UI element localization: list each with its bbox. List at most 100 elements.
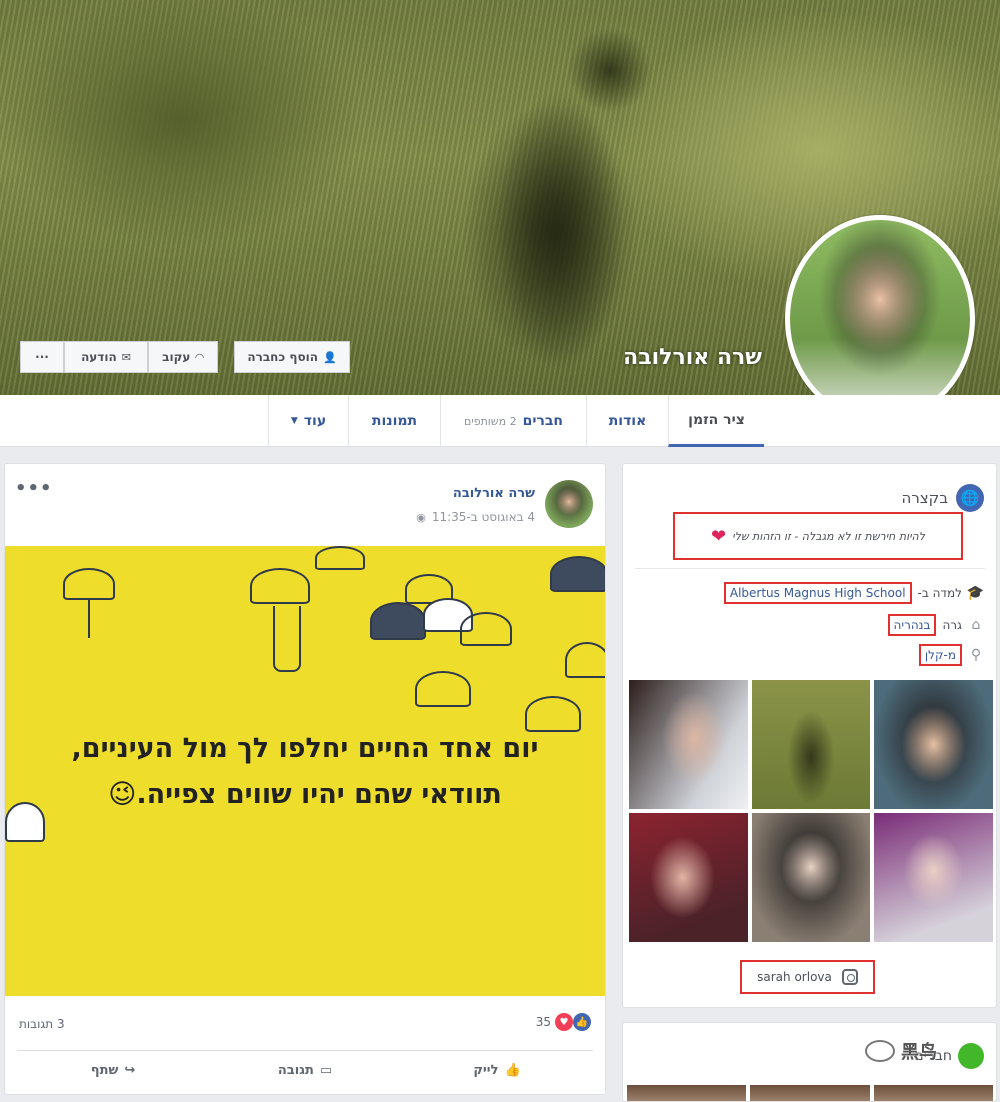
figure-body (273, 606, 301, 672)
intro-bio: להיות חירשת זו לא מגבלה - זו הזהות שלי ❤ (673, 512, 963, 560)
comment-label: תגובה (277, 1063, 314, 1078)
figure-stick (88, 598, 90, 638)
rss-icon: ◠ (195, 350, 204, 364)
graduation-cap-icon: 🎓 (966, 585, 984, 601)
umbrella-illustration (250, 568, 310, 604)
tab-more[interactable]: עוד ▼ (268, 395, 348, 447)
post-image[interactable]: יום אחד החיים יחלפו לך מול העיניים, תווד… (5, 546, 605, 996)
tab-friends[interactable]: חברים 2 משותפים (440, 395, 586, 447)
share-icon: ↪ (124, 1063, 136, 1078)
profile-name[interactable]: שרה אורלובה (623, 345, 762, 370)
intro-divider (635, 568, 985, 569)
comment-icon: ▭ (319, 1063, 333, 1078)
quote-line-1: יום אחד החיים יחלפו לך מול העיניים, (71, 733, 539, 764)
intro-photo[interactable] (874, 813, 993, 942)
intro-title: בקצרה (901, 489, 948, 507)
intro-photo[interactable] (629, 680, 748, 809)
comment-button[interactable]: ▭ תגובה (209, 1063, 401, 1078)
message-button[interactable]: ✉ הודעה (64, 341, 148, 373)
reactions-summary[interactable]: 35 ♥ 👍 (536, 1013, 591, 1031)
friend-thumbnail[interactable] (627, 1085, 747, 1101)
like-reaction-icon: 👍 (573, 1013, 591, 1031)
instagram-link[interactable]: sarah orlova (740, 960, 875, 994)
more-options-button[interactable]: ··· (20, 341, 64, 373)
share-button[interactable]: ↪ שתף (17, 1063, 209, 1078)
umbrella-illustration-dark (370, 602, 426, 640)
reactions-count: 35 (535, 1015, 551, 1029)
post-timestamp-row: 4 באוגוסט ב-11:35 ◉ (416, 510, 535, 524)
cover-shadow-figure (440, 35, 660, 395)
lives-prefix: גרה (942, 618, 962, 632)
follow-button[interactable]: ◠ עקוב (148, 341, 218, 373)
school-link[interactable]: Albertus Magnus High School (723, 582, 912, 604)
location-pin-icon: ⚲ (970, 647, 982, 663)
friend-thumbnail[interactable] (873, 1085, 993, 1101)
globe-icon: ◉ (416, 510, 426, 524)
heart-icon: ❤ (711, 525, 727, 547)
hometown-link[interactable]: מ-קלן (918, 644, 962, 666)
messenger-icon: ✉ (121, 350, 131, 364)
post-timestamp[interactable]: 4 באוגוסט ב-11:35 (432, 510, 535, 524)
umbrella-illustration-dark (550, 556, 605, 592)
umbrella-illustration (63, 568, 115, 600)
intro-photo[interactable] (874, 680, 993, 809)
instagram-handle: sarah orlova (757, 970, 832, 984)
more-options-label: ··· (35, 350, 49, 364)
post-author-name[interactable]: שרה אורלובה (453, 486, 535, 501)
profile-avatar[interactable] (785, 215, 975, 423)
friends-thumbnails (627, 1085, 993, 1101)
umbrella-illustration (315, 546, 365, 570)
cover-action-buttons: ··· ✉ הודעה ◠ עקוב 👤 הוסף כחברה (20, 341, 350, 373)
tab-more-label: עוד (303, 413, 327, 429)
intro-lives-row: ⌂ גרה בנהריה (887, 614, 984, 636)
intro-photo[interactable] (751, 680, 871, 809)
thumbs-up-icon: 👍 (504, 1063, 521, 1078)
friend-thumbnail[interactable] (750, 1085, 870, 1101)
quote-line-2: תוודאי שהם יהיו שווים צפייה. (136, 779, 502, 810)
wink-emoji: 😉 (108, 779, 137, 810)
tab-friends-count: 2 משותפים (463, 414, 517, 428)
message-label: הודעה (81, 350, 117, 364)
tab-photos[interactable]: תמונות (348, 395, 440, 447)
intro-photo[interactable] (751, 813, 871, 942)
home-icon: ⌂ (971, 617, 981, 633)
share-label: שתף (90, 1063, 119, 1078)
friends-icon (958, 1043, 984, 1069)
intro-education-row: 🎓 למדה ב- Albertus Magnus High School (723, 582, 984, 604)
tab-timeline-label: ציר הזמן (688, 411, 745, 428)
like-label: לייק (473, 1063, 499, 1078)
post-card: ••• שרה אורלובה 4 באוגוסט ב-11:35 ◉ יום … (4, 463, 606, 1095)
globe-icon: 🌐 (956, 484, 984, 512)
umbrella-illustration (565, 642, 605, 678)
reactions-bar: 3 תגובות 35 ♥ 👍 (5, 1009, 605, 1039)
chevron-down-icon: ▼ (290, 416, 298, 426)
post-options-button[interactable]: ••• (15, 478, 53, 499)
city-link[interactable]: בנהריה (887, 614, 937, 636)
umbrella-illustration (460, 612, 512, 646)
comments-count[interactable]: 3 תגובות (19, 1017, 65, 1031)
tab-about-label: אודות (608, 413, 647, 429)
add-friend-label: הוסף כחברה (247, 350, 318, 364)
umbrella-illustration (415, 671, 471, 707)
tab-friends-label: חברים (522, 413, 564, 429)
intro-photo[interactable] (629, 813, 748, 942)
intro-from-row: ⚲ מ-קלן (918, 644, 984, 666)
post-author-avatar[interactable] (545, 480, 593, 528)
tab-timeline[interactable]: ציר הזמן (668, 395, 764, 447)
intro-photo-grid (629, 680, 993, 942)
instagram-icon (841, 969, 858, 985)
like-button[interactable]: 👍 לייק (401, 1063, 593, 1078)
post-quote-text: יום אחד החיים יחלפו לך מול העיניים, תווד… (35, 726, 575, 818)
post-actions: ↪ שתף ▭ תגובה 👍 לייק (17, 1050, 593, 1090)
tab-about[interactable]: אודות (586, 395, 668, 447)
bio-text: להיות חירשת זו לא מגבלה - זו הזהות שלי (732, 529, 925, 543)
love-reaction-icon: ♥ (555, 1013, 573, 1031)
friends-card: חברים (622, 1022, 997, 1102)
add-friend-button[interactable]: 👤 הוסף כחברה (234, 341, 350, 373)
add-friend-icon: 👤 (322, 350, 337, 364)
quote-line-2-row: תוודאי שהם יהיו שווים צפייה.😉 (35, 772, 575, 818)
watermark: 黑鸟 (865, 1038, 937, 1064)
wechat-logo-icon (865, 1040, 895, 1062)
tab-photos-label: תמונות (371, 413, 418, 429)
button-gap (218, 341, 234, 373)
